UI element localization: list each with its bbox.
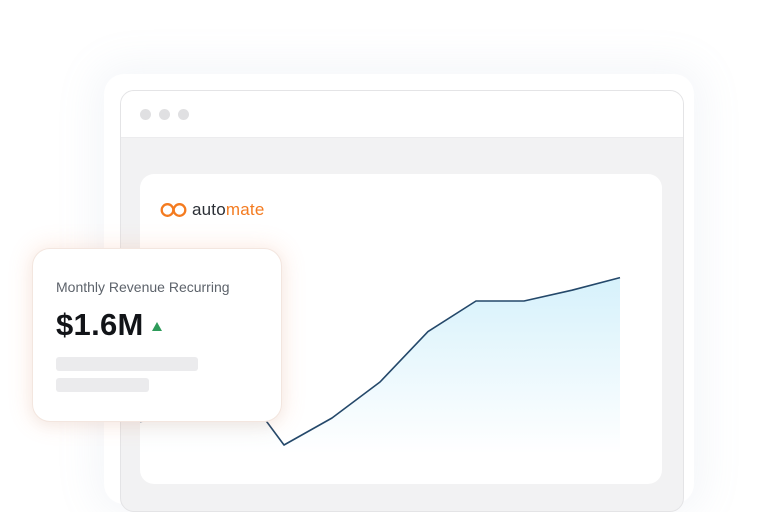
mrr-metric-card[interactable]: Monthly Revenue Recurring $1.6M [32,248,282,422]
skeleton-line-2 [56,378,149,392]
triangle-up-icon [151,321,162,331]
window-control-maximize[interactable] [178,109,189,120]
window-titlebar [121,91,683,138]
metric-label: Monthly Revenue Recurring [56,279,230,295]
metric-value: $1.6M [56,307,144,342]
metric-value-row: $1.6M [56,307,162,343]
window-control-minimize[interactable] [159,109,170,120]
window-control-close[interactable] [140,109,151,120]
skeleton-line-1 [56,357,198,371]
